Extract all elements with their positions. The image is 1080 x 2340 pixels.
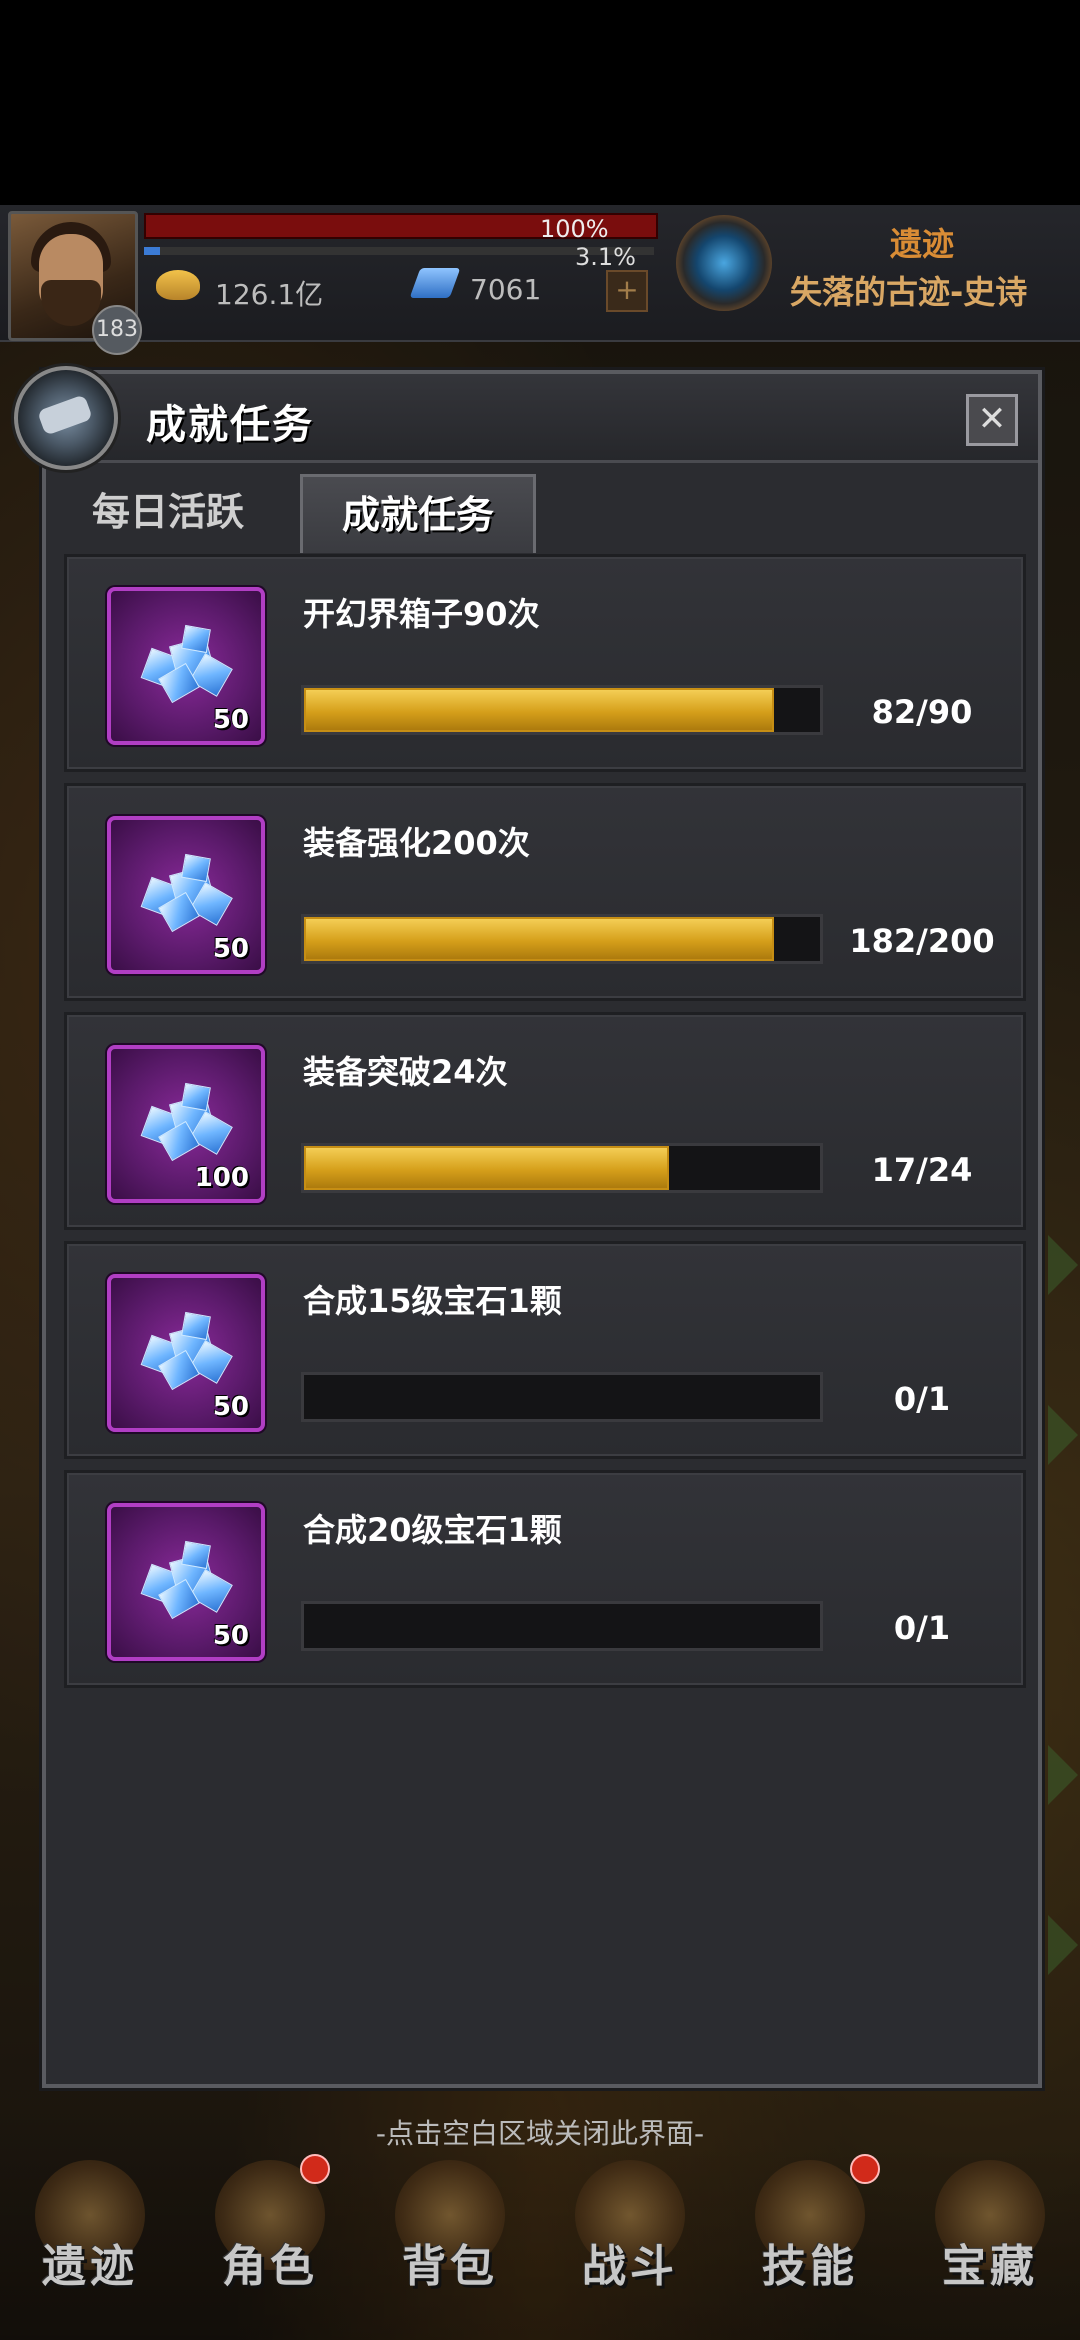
progress-bar: [301, 685, 823, 735]
reward-item[interactable]: 50: [107, 1274, 265, 1432]
hp-percent: 100%: [540, 215, 609, 243]
diamond-pile-icon: [135, 1539, 235, 1620]
task-row: 50 开幻界箱子90次 82/90: [64, 554, 1026, 772]
reward-count: 50: [212, 1392, 249, 1422]
task-name: 装备强化200次: [303, 824, 530, 862]
diamond-pile-icon: [135, 623, 235, 704]
gem-icon: [409, 268, 461, 298]
nav-item-character[interactable]: 角色: [180, 2140, 360, 2340]
task-name: 装备突破24次: [303, 1053, 508, 1091]
add-currency-button[interactable]: +: [606, 270, 648, 312]
task-row: 50 合成15级宝石1颗 0/1: [64, 1241, 1026, 1459]
progress-text: 82/90: [871, 693, 973, 731]
nav-item-skill-book[interactable]: 技能: [720, 2140, 900, 2340]
progress-fill: [304, 688, 775, 732]
gem-amount: 7061: [470, 273, 542, 306]
level-badge: 183: [92, 305, 142, 355]
nav-label: 宝藏: [942, 2241, 1038, 2292]
progress-bar: [301, 914, 823, 964]
achievement-dialog: 成就任务 ✕ 每日活跃 成就任务 50 开幻界箱子90次 82/90 50 装备强化20…: [14, 366, 1042, 2088]
xp-percent: 3.1%: [575, 243, 636, 271]
progress-text: 0/1: [893, 1380, 951, 1418]
progress-fill: [304, 917, 774, 961]
notification-dot: [850, 2154, 880, 2184]
reward-item[interactable]: 50: [107, 587, 265, 745]
bottom-nav: 遗迹 角色 背包 战斗 技能 宝藏: [0, 2140, 1080, 2340]
dialog-header: 成就任务 ✕: [14, 366, 1038, 470]
tab-achievements[interactable]: 成就任务: [300, 474, 536, 553]
nav-label: 遗迹: [42, 2241, 138, 2292]
tab-daily-activity[interactable]: 每日活跃: [68, 474, 268, 550]
nav-label: 战斗: [582, 2241, 678, 2292]
nav-item-treasure[interactable]: 宝藏: [900, 2140, 1080, 2340]
task-name: 合成15级宝石1颗: [303, 1282, 562, 1320]
task-name: 开幻界箱子90次: [303, 595, 540, 633]
gold-icon: [156, 270, 200, 300]
progress-fill: [304, 1146, 670, 1190]
nav-item-backpack[interactable]: 背包: [360, 2140, 540, 2340]
progress-bar: [301, 1601, 823, 1651]
nav-label: 技能: [762, 2241, 858, 2292]
location-name: 失落的古迹-史诗: [790, 273, 1028, 311]
location-title: 遗迹: [890, 225, 955, 263]
nav-label: 背包: [402, 2241, 498, 2292]
reward-item[interactable]: 100: [107, 1045, 265, 1203]
diamond-pile-icon: [135, 1310, 235, 1391]
nav-label: 角色: [222, 2241, 318, 2292]
progress-text: 182/200: [849, 922, 995, 960]
diamond-pile-icon: [135, 852, 235, 933]
gold-amount: 126.1亿: [215, 278, 324, 311]
close-button[interactable]: ✕: [966, 394, 1018, 446]
top-hud: 183 100% 3.1% 126.1亿 7061 + 遗迹 失落的古迹-史诗: [0, 205, 1080, 355]
task-row: 50 合成20级宝石1颗 0/1: [64, 1470, 1026, 1688]
task-name: 合成20级宝石1颗: [303, 1511, 562, 1549]
task-row: 50 装备强化200次 182/200: [64, 783, 1026, 1001]
reward-item[interactable]: 50: [107, 1503, 265, 1661]
diamond-pile-icon: [135, 1081, 235, 1162]
progress-text: 0/1: [893, 1609, 951, 1647]
nav-item-relic[interactable]: 遗迹: [0, 2140, 180, 2340]
dialog-title: 成就任务: [146, 402, 314, 448]
portal-icon[interactable]: [676, 215, 772, 311]
progress-bar: [301, 1372, 823, 1422]
hammer-icon: [14, 366, 118, 470]
reward-item[interactable]: 50: [107, 816, 265, 974]
notification-dot: [300, 2154, 330, 2184]
tab-bar: 每日活跃 成就任务: [68, 474, 1018, 554]
task-row: 100 装备突破24次 17/24: [64, 1012, 1026, 1230]
reward-count: 50: [212, 705, 249, 735]
reward-count: 100: [194, 1163, 249, 1193]
task-list: 50 开幻界箱子90次 82/90 50 装备强化200次 182/200 100 装备突破2…: [64, 554, 1026, 1699]
progress-bar: [301, 1143, 823, 1193]
progress-text: 17/24: [871, 1151, 973, 1189]
reward-count: 50: [212, 1621, 249, 1651]
reward-count: 50: [212, 934, 249, 964]
nav-item-battle[interactable]: 战斗: [540, 2140, 720, 2340]
